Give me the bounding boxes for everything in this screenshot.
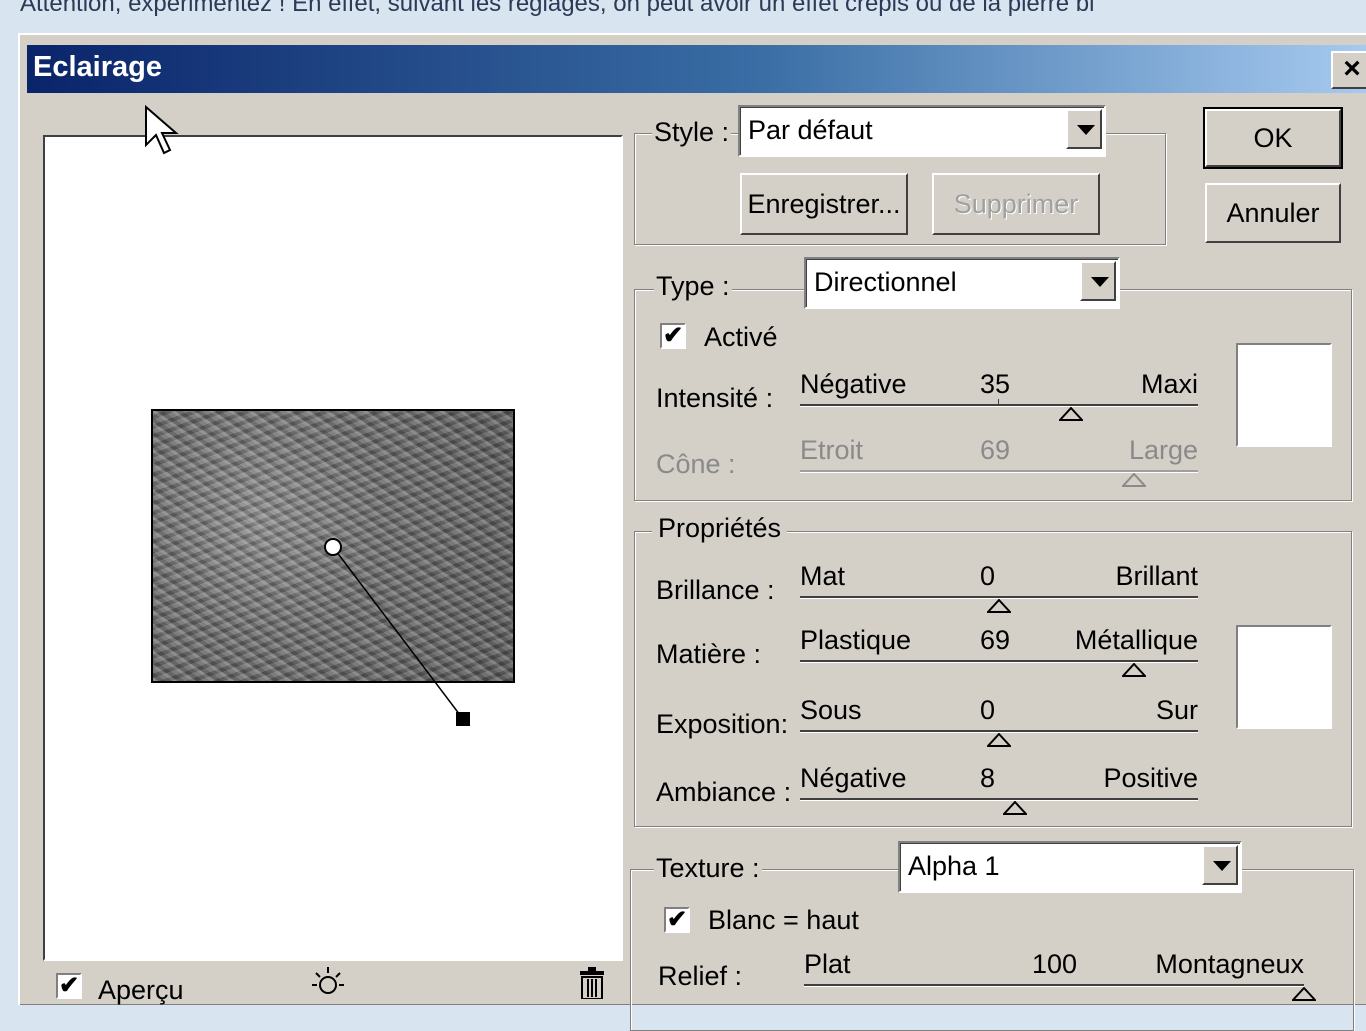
close-button[interactable]: × <box>1331 51 1366 89</box>
gloss-max-label: Brillant <box>1115 561 1198 591</box>
style-label: Style : <box>652 117 732 148</box>
cone-max-label: Large <box>1128 435 1198 465</box>
intensity-thumb[interactable] <box>1059 407 1083 421</box>
chevron-down-icon[interactable] <box>1080 261 1116 301</box>
ok-button[interactable]: OK <box>1203 107 1343 169</box>
texture-label: Texture : <box>654 853 762 884</box>
exposure-thumb[interactable] <box>987 733 1011 747</box>
intensity-value: 35 <box>980 369 1011 399</box>
material-label: Matière : <box>656 639 762 669</box>
title-bar[interactable]: Eclairage × <box>27 45 1366 93</box>
style-select-value: Par défaut <box>748 115 873 145</box>
intensity-label: Intensité : <box>656 383 774 413</box>
chevron-down-icon[interactable] <box>1202 845 1238 885</box>
white-high-label: Blanc = haut <box>708 905 859 935</box>
white-high-checkbox[interactable]: ✔ <box>664 907 690 933</box>
relief-value: 100 <box>1032 949 1078 979</box>
light-direction-overlay <box>324 538 470 726</box>
ambience-label: Ambiance : <box>656 777 792 807</box>
trash-icon[interactable] <box>574 967 610 999</box>
type-select-value: Directionnel <box>814 267 957 297</box>
gloss-thumb[interactable] <box>987 599 1011 613</box>
ambience-slider[interactable]: Négative 8 Positive <box>800 763 1198 815</box>
exposure-slider[interactable]: Sous 0 Sur <box>800 695 1198 747</box>
page-intro-text: Attention, expérimentez ! En effet, suiv… <box>20 0 1095 17</box>
gloss-min-label: Mat <box>800 561 846 591</box>
preview-checkbox[interactable]: ✔ <box>56 973 82 999</box>
exposure-value: 0 <box>980 695 996 725</box>
intensity-tick <box>998 399 999 404</box>
intensity-max-label: Maxi <box>1140 369 1198 399</box>
preview-canvas[interactable] <box>43 135 623 961</box>
cone-label: Cône : <box>656 449 736 479</box>
relief-slider[interactable]: Plat 100 Montagneux <box>804 949 1316 1001</box>
chevron-down-icon[interactable] <box>1066 109 1102 149</box>
dialog-title: Eclairage <box>33 51 162 83</box>
gloss-slider[interactable]: Mat 0 Brillant <box>800 561 1198 613</box>
intensity-slider[interactable]: Négative 35 Maxi <box>800 369 1198 421</box>
type-label: Type : <box>654 271 732 302</box>
relief-thumb[interactable] <box>1292 987 1316 1001</box>
material-max-label: Métallique <box>1074 625 1198 655</box>
ambience-track <box>800 798 1198 801</box>
ambience-min-label: Négative <box>800 763 907 793</box>
ambience-thumb[interactable] <box>1003 801 1027 815</box>
light-bulb-icon[interactable] <box>308 963 348 999</box>
light-color-swatch[interactable] <box>1236 343 1332 447</box>
material-value: 69 <box>980 625 1011 655</box>
active-checkbox[interactable]: ✔ <box>660 323 686 349</box>
relief-max-label: Montagneux <box>1155 949 1304 979</box>
texture-select[interactable]: Alpha 1 <box>898 841 1242 893</box>
light-target-handle <box>456 712 470 726</box>
material-min-label: Plastique <box>800 625 912 655</box>
intensity-min-label: Négative <box>800 369 907 399</box>
material-thumb[interactable] <box>1122 663 1146 677</box>
lighting-dialog: Eclairage × ✔ Aperçu OK Annuler Style: … <box>18 33 1366 1031</box>
cone-slider: Etroit 69 Large <box>800 435 1198 487</box>
relief-track <box>804 984 1304 987</box>
exposure-label: Exposition: <box>656 709 789 739</box>
cancel-button[interactable]: Annuler <box>1205 183 1341 243</box>
type-select[interactable]: Directionnel <box>804 257 1120 309</box>
save-style-button[interactable]: Enregistrer... <box>740 173 908 235</box>
cone-value: 69 <box>980 435 1011 465</box>
relief-label: Relief : <box>658 961 743 991</box>
exposure-min-label: Sous <box>800 695 862 725</box>
ambience-value: 8 <box>980 763 996 793</box>
delete-style-button: Supprimer <box>932 173 1100 235</box>
active-checkbox-label: Activé <box>704 322 778 352</box>
cone-min-label: Etroit <box>800 435 864 465</box>
mouse-cursor-icon <box>145 105 179 155</box>
cone-thumb <box>1122 473 1146 487</box>
texture-select-value: Alpha 1 <box>908 851 1000 881</box>
light-source-handle <box>324 538 342 556</box>
gloss-value: 0 <box>980 561 996 591</box>
exposure-max-label: Sur <box>1155 695 1198 725</box>
intensity-track <box>800 404 1198 407</box>
preview-checkbox-label: Aperçu <box>98 975 184 1005</box>
ambient-color-swatch[interactable] <box>1236 625 1332 729</box>
properties-label: Propriétés <box>652 513 788 544</box>
style-select[interactable]: Par défaut <box>738 105 1106 157</box>
material-slider[interactable]: Plastique 69 Métallique <box>800 625 1198 677</box>
gloss-label: Brillance : <box>656 575 775 605</box>
ambience-max-label: Positive <box>1103 763 1198 793</box>
relief-min-label: Plat <box>804 949 851 979</box>
